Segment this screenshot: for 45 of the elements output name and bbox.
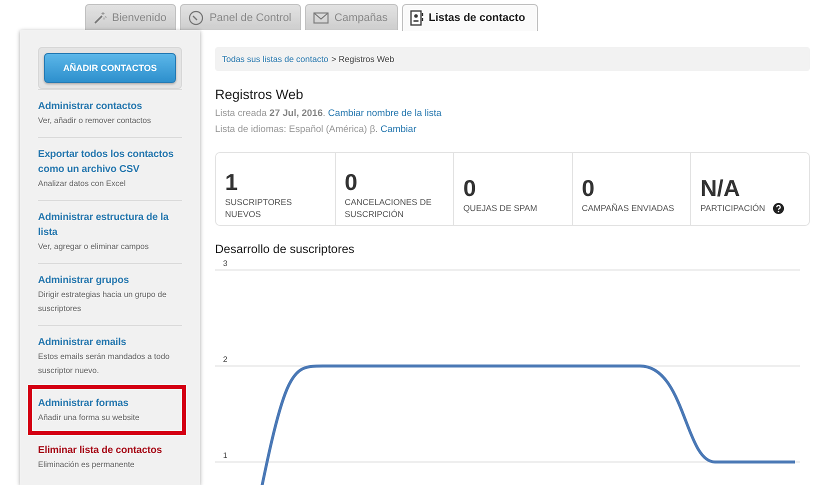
list-info-text: Lista de idiomas: Español (América) β. Cambiar (215, 123, 418, 137)
stat-value: 0 (344, 170, 358, 194)
breadcrumb-current: > Registros Web (331, 54, 394, 64)
chart-title: Desarrollo de suscriptores (215, 242, 356, 256)
stat-value: N/A (700, 176, 742, 200)
y-tick-label: 3 (223, 259, 228, 268)
tab[interactable]: Campañas (305, 4, 398, 30)
sidebar-link[interactable]: Administrar grupos (38, 273, 182, 288)
stat-label: CAMPAÑAS ENVIADAS (582, 202, 674, 214)
stat-label: QUEJAS DE SPAM (463, 202, 538, 214)
sidebar-description: Eliminación es permanente (38, 459, 136, 471)
help-icon[interactable] (773, 202, 784, 214)
sidebar-description: Ver, agregar o eliminar campos (38, 241, 150, 253)
tab[interactable]: Listas de contacto (402, 4, 538, 31)
sidebar-link[interactable]: Administrar contactos (38, 99, 182, 114)
stat-label: CANCELACIONES DE SUSCRIPCIÓN (344, 196, 433, 220)
stat-label: SUSCRIPTORES NUEVOS (225, 196, 293, 220)
add-contacts-button[interactable]: AÑADIR CONTACTOS (44, 53, 176, 83)
wand-icon (93, 10, 107, 24)
list-title: Registros Web (215, 87, 304, 102)
change-link[interactable]: Cambiar (380, 124, 416, 135)
sidebar-description: Estos emails serán mandados a todo suscriptor nuevo. (38, 351, 171, 377)
sidebar-link[interactable]: Exportar todos los contactos como un archivo CSV (38, 147, 182, 177)
stat-value: 0 (463, 176, 477, 200)
tab[interactable]: Bienvenido (85, 4, 176, 30)
stat-label: PARTICIPACIÓN (700, 202, 766, 214)
sidebar-description: Ver, añadir o remover contactos (38, 115, 152, 127)
list-info-text: Lista creada 27 Jul, 2016. Cambiar nombre de la lista (215, 107, 443, 121)
envelope-icon (313, 12, 330, 24)
y-tick-label: 2 (223, 355, 228, 364)
delete-list-link[interactable]: Eliminar lista de contactos (38, 443, 182, 458)
sidebar-link[interactable]: Administrar emails (38, 335, 182, 350)
breadcrumb-link[interactable]: Todas sus listas de contacto (222, 54, 328, 64)
sidebar-description: Añadir una forma su website (38, 412, 140, 424)
sidebar-description: Dirigir estrategias hacia un grupo de suscriptores (38, 289, 168, 315)
y-tick-label: 1 (223, 451, 228, 460)
stat-value: 0 (582, 176, 596, 200)
stat-value: 1 (225, 170, 239, 194)
change-link[interactable]: Cambiar nombre de la lista (328, 108, 442, 119)
sidebar-link[interactable]: Administrar estructura de la lista (38, 210, 182, 240)
sidebar-description: Analizar datos con Excel (38, 178, 127, 190)
contact-card-icon (410, 10, 424, 26)
dial-icon (188, 10, 204, 26)
tab[interactable]: Panel de Control (180, 4, 302, 30)
sidebar-link[interactable]: Administrar formas (38, 396, 182, 411)
